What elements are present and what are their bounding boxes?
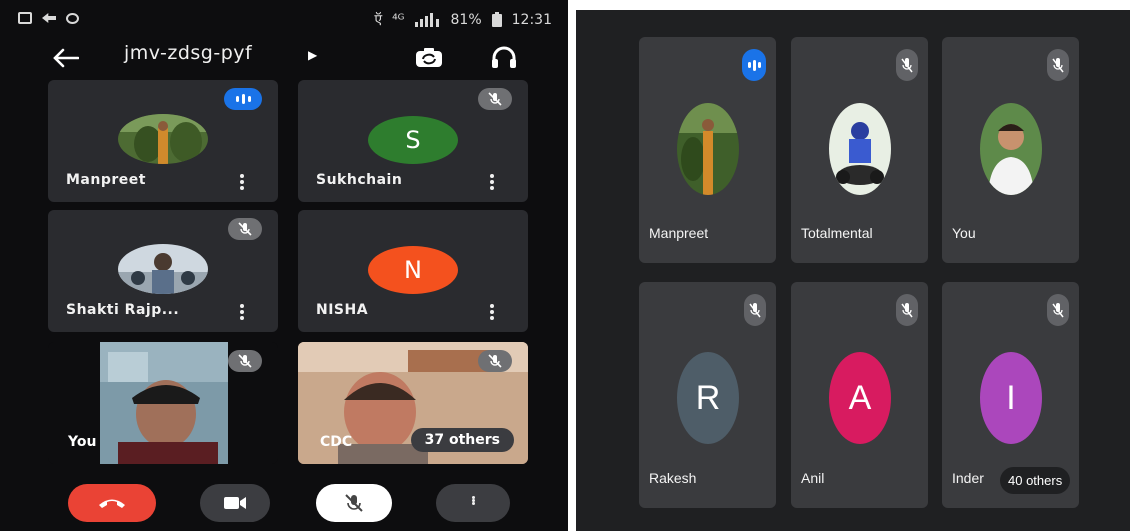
caret-right-icon[interactable]: ▶ (308, 48, 317, 62)
phone-meet-screen: ऍ ⁴ᴳ 81% 12:31 jmv-zdsg-pyf ▶ Manpreet S… (0, 0, 568, 531)
avatar: R (677, 352, 739, 444)
camera-button[interactable] (200, 484, 270, 522)
avatar: I (980, 352, 1042, 444)
microphone-button[interactable] (316, 484, 392, 522)
send-notification-icon (42, 13, 56, 23)
avatar (980, 103, 1042, 195)
divider (568, 0, 576, 531)
avatar (118, 114, 208, 164)
switch-camera-icon (416, 48, 442, 67)
mic-off-icon (345, 494, 363, 512)
speaking-indicator-icon (742, 49, 766, 81)
mic-off-icon (896, 49, 918, 81)
mic-off-icon (1047, 294, 1069, 326)
network-type: ⁴ᴳ (392, 11, 405, 28)
participant-tile-totalmental[interactable]: Totalmental (791, 37, 928, 263)
participant-name: Inder (952, 470, 984, 486)
avatar (118, 244, 208, 294)
participant-name: Rakesh (649, 470, 697, 486)
back-button[interactable] (46, 40, 86, 76)
meeting-topbar: jmv-zdsg-pyf ▶ (0, 40, 568, 76)
mic-off-icon (228, 350, 262, 372)
participant-tile-you[interactable]: You (48, 342, 278, 464)
participant-tile-inder[interactable]: I Inder 40 others (942, 282, 1079, 508)
participant-name: You (68, 434, 97, 450)
status-bar: ऍ ⁴ᴳ 81% 12:31 (0, 0, 568, 40)
desktop-meet-grid: Manpreet Totalmental You R Rakesh A Anil (576, 10, 1130, 531)
end-call-button[interactable] (68, 484, 156, 522)
participant-tile-nisha[interactable]: N NISHA (298, 210, 528, 332)
audio-output-button[interactable] (486, 42, 522, 74)
avatar: A (829, 352, 891, 444)
more-vert-icon (471, 496, 475, 510)
participant-tile-manpreet[interactable]: Manpreet (48, 80, 278, 202)
participant-name: Anil (801, 470, 825, 486)
meeting-code[interactable]: jmv-zdsg-pyf (124, 42, 252, 64)
phone-hangup-icon (99, 499, 125, 508)
participant-tile-you[interactable]: You (942, 37, 1079, 263)
more-vert-icon[interactable] (490, 174, 494, 190)
mic-off-icon (1047, 49, 1069, 81)
others-count-badge[interactable]: 37 others (410, 428, 514, 452)
avatar: N (368, 246, 458, 294)
videocam-icon (224, 497, 246, 509)
mic-off-icon (478, 88, 512, 110)
participant-name: Totalmental (801, 225, 873, 241)
more-vert-icon[interactable] (240, 304, 244, 320)
participant-name: NISHA (316, 302, 369, 318)
participant-tile-rakesh[interactable]: R Rakesh (639, 282, 776, 508)
others-count-badge[interactable]: 40 others (1000, 467, 1071, 494)
avatar (829, 103, 891, 195)
gallery-notification-icon (18, 12, 32, 24)
headphones-icon (492, 46, 516, 68)
arrow-left-icon (53, 48, 79, 68)
participant-name: CDC (320, 434, 353, 450)
participant-tile-shakti[interactable]: Shakti Rajp... (48, 210, 278, 332)
avatar: S (368, 116, 458, 164)
carrier-label: ऍ (374, 12, 383, 28)
participant-tile-cdc[interactable]: CDC 37 others (298, 342, 528, 464)
call-controls (0, 474, 568, 531)
meet-notification-icon (66, 12, 79, 24)
more-options-button[interactable] (436, 484, 510, 522)
battery-icon (491, 12, 502, 27)
clock: 12:31 (511, 11, 552, 28)
mic-off-icon (228, 218, 262, 240)
participant-name: Manpreet (66, 172, 146, 188)
mic-off-icon (744, 294, 766, 326)
more-vert-icon[interactable] (240, 174, 244, 190)
participant-name: Sukhchain (316, 172, 403, 188)
participant-name: Manpreet (649, 225, 709, 241)
avatar (677, 103, 739, 195)
battery-percent: 81% (450, 11, 482, 28)
participant-name: You (952, 225, 976, 241)
mic-off-icon (896, 294, 918, 326)
signal-icon (414, 12, 439, 27)
participant-tile-sukhchain[interactable]: S Sukhchain (298, 80, 528, 202)
participant-tile-manpreet[interactable]: Manpreet (639, 37, 776, 263)
switch-camera-button[interactable] (410, 42, 448, 74)
speaking-indicator-icon (224, 88, 262, 110)
participant-tile-anil[interactable]: A Anil (791, 282, 928, 508)
participant-name: Shakti Rajp... (66, 302, 180, 318)
more-vert-icon[interactable] (490, 304, 494, 320)
mic-off-icon (478, 350, 512, 372)
